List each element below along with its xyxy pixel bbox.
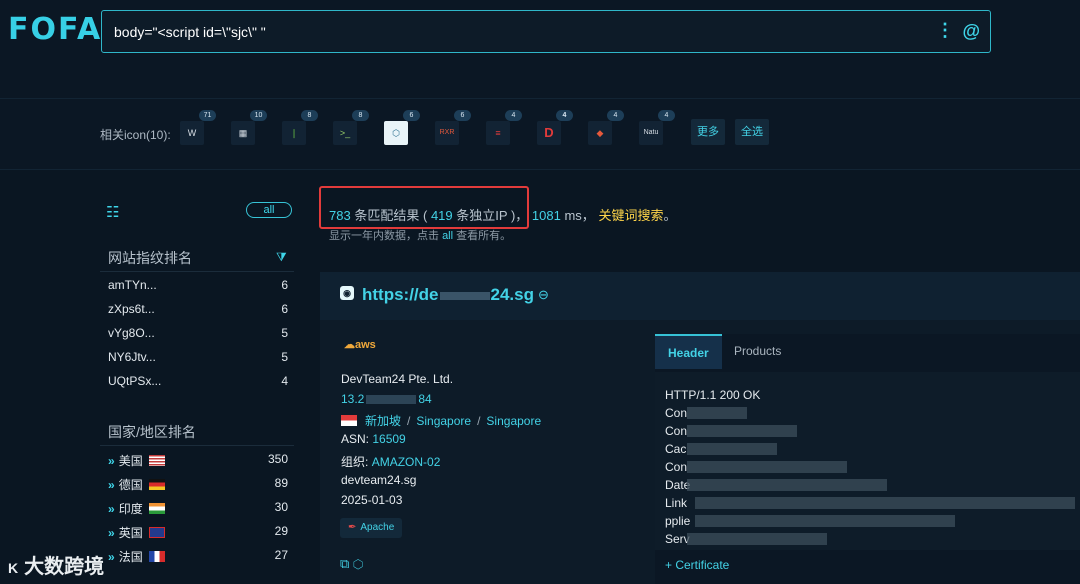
search-query-text[interactable]: body="<script id=\"sjc\" " [114, 24, 266, 40]
all-toggle-button[interactable]: all [246, 202, 292, 218]
terminal-icon[interactable]: >_ 8 [333, 110, 369, 145]
feather-icon: ✒ [348, 522, 357, 533]
select-all-button[interactable]: 全选 [735, 119, 769, 145]
result-card-header: ◉ https://de 24.sg ⊖ [320, 272, 1080, 320]
badge-logo-icon[interactable]: ◆ 4 [588, 110, 624, 145]
tab-header[interactable]: Header [655, 334, 722, 369]
fingerprint-rank-title: 网站指纹排名 [108, 250, 192, 266]
show-all-link[interactable]: all [442, 230, 453, 242]
cloud-aws-tag[interactable]: ☁aws [344, 338, 376, 351]
country-item[interactable]: » 印度 30 [108, 500, 288, 517]
more-icons-button[interactable]: 更多 [691, 119, 725, 145]
org-text: DevTeam24 Pte. Ltd. [341, 372, 454, 386]
icon-count-badge: 6 [403, 110, 420, 121]
code-icon[interactable]: ⧉ ⬡ [340, 556, 363, 572]
icon-count-badge: 71 [199, 110, 216, 121]
domain-link[interactable]: devteam24.sg [341, 473, 416, 487]
icon-count-badge: 8 [352, 110, 369, 121]
fingerprint-item[interactable]: UQtPSx... 4 [108, 374, 288, 388]
hex-icon[interactable]: ⬡ 6 [384, 110, 420, 145]
in-flag-icon [148, 503, 165, 514]
fingerprint-item[interactable]: NY6Jtv... 5 [108, 350, 288, 364]
blurred-text [687, 533, 827, 545]
ip-link[interactable]: 13.2 84 [341, 392, 432, 406]
country-item[interactable]: » 英国 29 [108, 524, 288, 541]
globe-icon: ◉ [340, 286, 354, 300]
header-panel: Header Products HTTP/1.1 200 OK Con Con … [655, 334, 1080, 584]
blurred-text [687, 461, 847, 473]
rxr-icon[interactable]: RXR 6 [435, 110, 471, 145]
divider [100, 445, 294, 446]
natu-icon[interactable]: Natu 4 [639, 110, 675, 145]
date-text: 2025-01-03 [341, 493, 403, 507]
fr-flag-icon [148, 551, 165, 562]
search-input[interactable]: body="<script id=\"sjc\" " ⋮ @ [101, 10, 991, 53]
top-bar: FOFA body="<script id=\"sjc\" " ⋮ @ [0, 0, 1080, 98]
results-note: 显示一年内数据，点击 all 查看所有。 [329, 230, 512, 242]
link-icon[interactable]: ⊖ [538, 287, 549, 303]
de-flag-icon [148, 479, 165, 490]
d-logo-icon[interactable]: D4 [537, 110, 573, 145]
org-row: 组织: AMAZON-02 [341, 455, 441, 469]
icon-count-badge: 4 [505, 110, 522, 121]
icon-count-badge: 4 [556, 110, 573, 121]
icon-count-badge: 6 [454, 110, 471, 121]
fingerprint-item[interactable]: amTYn... 6 [108, 278, 288, 292]
watermark: K 大数跨境 [8, 556, 105, 578]
highlight-box [319, 186, 529, 229]
related-icon-label: 相关icon(10): [100, 128, 171, 142]
icon-count-badge: 4 [607, 110, 624, 121]
asn-row: ASN: 16509 [341, 432, 406, 446]
leaf-icon[interactable]: ❘ 8 [282, 110, 318, 145]
stripe-icon[interactable]: ≡ 4 [486, 110, 522, 145]
fingerprint-item[interactable]: vYg8O... 5 [108, 326, 288, 340]
country-item[interactable]: » 法国 27 [108, 548, 288, 565]
country-item[interactable]: » 德国 89 [108, 476, 288, 493]
tab-products[interactable]: Products [721, 334, 794, 369]
site-thumb-icon[interactable]: ▦ 10 [231, 110, 267, 145]
related-icon-row: 相关icon(10): W 71 ▦ 10 ❘ 8 >_ 8 ⬡ 6 RXR 6 ≡ 4 D4… [0, 98, 1080, 170]
certificate-expand[interactable]: + Certificate [665, 558, 729, 572]
blurred-text [687, 443, 777, 455]
result-url-link[interactable]: https://de 24.sg [362, 285, 534, 305]
keyword-search-link[interactable]: 关键词搜索 [598, 208, 663, 223]
blurred-text [687, 407, 747, 419]
icon-count-badge: 10 [250, 110, 267, 121]
wordpress-icon[interactable]: W 71 [180, 110, 216, 145]
fingerprint-item[interactable]: zXps6t... 6 [108, 302, 288, 316]
blurred-text [687, 479, 887, 491]
funnel-icon[interactable]: ⧩ [276, 250, 287, 265]
sg-flag-icon [341, 415, 357, 426]
uk-flag-icon [148, 527, 165, 538]
blurred-text [695, 497, 1075, 509]
blurred-text [695, 515, 955, 527]
more-vertical-icon[interactable]: ⋮ [936, 20, 954, 41]
icon-count-badge: 8 [301, 110, 318, 121]
icon-count-badge: 4 [658, 110, 675, 121]
country-rank-title: 国家/地区排名 [108, 424, 196, 440]
apache-tag[interactable]: ✒ Apache [340, 518, 403, 538]
header-content: HTTP/1.1 200 OK Con Con Cac Con Date Lin… [655, 372, 1080, 550]
blurred-text [687, 425, 797, 437]
location-row: 新加坡 / Singapore / Singapore [341, 412, 541, 429]
us-flag-icon [148, 455, 165, 466]
divider [100, 271, 294, 272]
watermark-logo-icon: K [8, 560, 19, 576]
at-icon[interactable]: @ [962, 21, 980, 42]
fofa-logo[interactable]: FOFA [8, 12, 102, 47]
country-item[interactable]: » 美国 350 [108, 452, 288, 469]
filter-settings-icon[interactable]: ☷ [106, 203, 119, 221]
